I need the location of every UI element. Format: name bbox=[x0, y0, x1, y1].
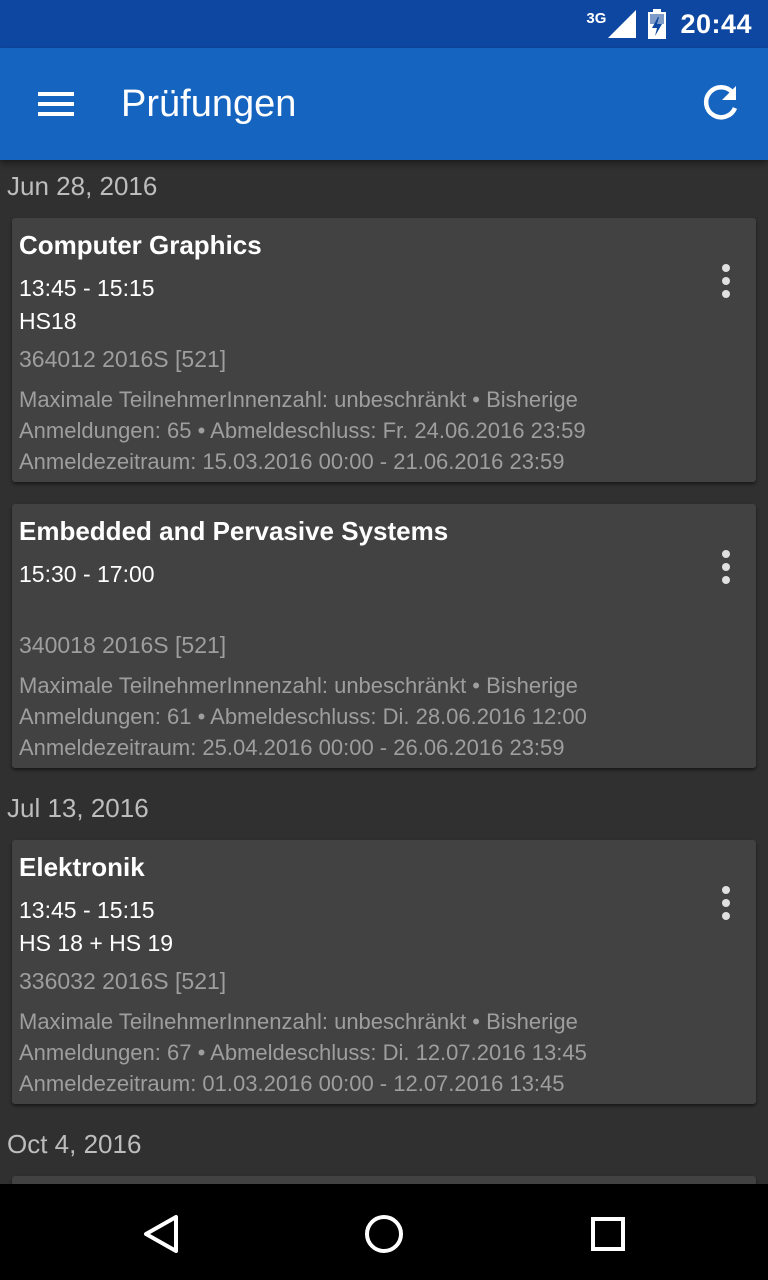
exam-code: 364012 2016S [521] bbox=[19, 346, 227, 372]
app-bar: Prüfungen bbox=[0, 48, 768, 160]
refresh-icon[interactable] bbox=[694, 78, 746, 130]
hamburger-menu-icon[interactable] bbox=[28, 80, 84, 128]
exam-card[interactable]: Embedded and Pervasive Systems 15:30 - 1… bbox=[12, 504, 756, 768]
exam-time: 13:45 - 15:15 bbox=[19, 897, 155, 923]
more-vert-icon[interactable] bbox=[714, 262, 738, 302]
network-type: 3G bbox=[586, 9, 607, 27]
date-header: Oct 4, 2016 bbox=[7, 1129, 142, 1159]
exam-card[interactable]: Computer Graphics 13:45 - 15:15 HS18 364… bbox=[12, 218, 756, 482]
exam-info: Maximale TeilnehmerInnenzahl: unbeschrän… bbox=[19, 387, 586, 474]
back-triangle-icon[interactable] bbox=[132, 1206, 188, 1262]
date-header: Jul 13, 2016 bbox=[7, 793, 149, 823]
page-title: Prüfungen bbox=[121, 83, 297, 125]
exam-time: 13:45 - 15:15 bbox=[19, 275, 155, 301]
exam-room: HS 18 + HS 19 bbox=[19, 930, 174, 956]
battery-icon bbox=[648, 9, 667, 39]
date-header: Jun 28, 2016 bbox=[7, 171, 158, 201]
exam-info: Maximale TeilnehmerInnenzahl: unbeschrän… bbox=[19, 673, 587, 760]
clock: 20:44 bbox=[680, 8, 752, 39]
system-nav-bar bbox=[0, 1184, 768, 1280]
exam-time: 15:30 - 17:00 bbox=[19, 561, 155, 587]
exam-code: 340018 2016S [521] bbox=[19, 632, 227, 658]
exam-code: 336032 2016S [521] bbox=[19, 968, 227, 994]
home-circle-icon[interactable] bbox=[356, 1206, 412, 1262]
exam-title: Computer Graphics bbox=[19, 230, 262, 260]
status-bar: 3G 20:44 bbox=[0, 0, 768, 48]
more-vert-icon[interactable] bbox=[714, 548, 738, 588]
exam-card[interactable] bbox=[12, 1176, 756, 1184]
exam-title: Elektronik bbox=[19, 852, 145, 882]
exam-card[interactable]: Elektronik 13:45 - 15:15 HS 18 + HS 19 3… bbox=[12, 840, 756, 1104]
exam-title: Embedded and Pervasive Systems bbox=[19, 516, 449, 546]
more-vert-icon[interactable] bbox=[714, 884, 738, 924]
signal-icon bbox=[608, 10, 637, 38]
exam-room: HS18 bbox=[19, 308, 77, 334]
exam-list[interactable]: Jun 28, 2016 Computer Graphics 13:45 - 1… bbox=[0, 160, 768, 1184]
recents-square-icon[interactable] bbox=[580, 1206, 636, 1262]
exam-info: Maximale TeilnehmerInnenzahl: unbeschrän… bbox=[19, 1009, 587, 1096]
